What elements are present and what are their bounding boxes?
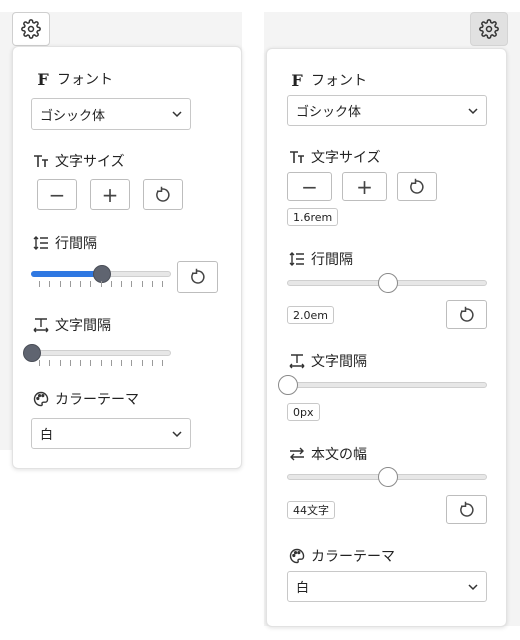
line-spacing-icon — [289, 251, 305, 267]
font-select[interactable]: ゴシック体 — [287, 95, 487, 126]
chevron-down-icon — [468, 583, 478, 590]
gear-icon — [479, 19, 499, 39]
letter-spacing-slider-track[interactable] — [31, 350, 171, 356]
letter-spacing-slider-track[interactable] — [287, 382, 487, 388]
color-theme-select[interactable]: 白 — [31, 418, 191, 449]
font-size-label-row: 文字サイズ — [289, 147, 381, 167]
letter-spacing-icon — [33, 317, 49, 333]
font-f-icon: F — [37, 69, 49, 89]
color-theme-select-value: 白 — [40, 428, 54, 443]
text-size-icon — [289, 149, 305, 165]
reset-icon — [156, 186, 170, 202]
line-height-label-row: 行間隔 — [33, 233, 97, 253]
width-arrows-icon — [289, 446, 305, 462]
chevron-down-icon — [172, 430, 182, 437]
palette-icon — [289, 548, 305, 564]
text-size-icon — [33, 153, 49, 169]
font-label-row: F フォント — [35, 69, 113, 89]
font-size-increase-button[interactable]: + — [90, 179, 130, 210]
letter-spacing-slider-thumb[interactable] — [278, 375, 298, 395]
font-select-value: ゴシック体 — [296, 105, 362, 120]
letter-spacing-label: 文字間隔 — [55, 318, 111, 334]
color-theme-label: カラーテーマ — [311, 549, 395, 565]
font-select-value: ゴシック体 — [40, 108, 106, 124]
font-size-label: 文字サイズ — [55, 154, 125, 170]
chevron-down-icon — [468, 107, 478, 114]
font-size-label-row: 文字サイズ — [33, 151, 125, 171]
reset-icon — [459, 306, 474, 322]
font-size-reset-button[interactable] — [143, 179, 183, 210]
color-theme-label-row: カラーテーマ — [33, 389, 139, 409]
font-select[interactable]: ゴシック体 — [31, 98, 191, 130]
line-height-label-row: 行間隔 — [289, 249, 353, 269]
line-height-label: 行間隔 — [311, 252, 353, 268]
line-height-label: 行間隔 — [55, 236, 97, 252]
settings-panel-left: F フォント ゴシック体 文字サイズ − + 行間隔 文字間隔 カラーテーマ 白 — [12, 46, 242, 469]
color-theme-label: カラーテーマ — [55, 392, 139, 408]
reset-icon — [190, 268, 205, 284]
font-size-decrease-button[interactable]: − — [287, 172, 332, 201]
letter-spacing-value: 0px — [287, 403, 320, 421]
plus-label: + — [101, 182, 119, 207]
line-height-reset-button[interactable] — [446, 300, 487, 329]
line-spacing-icon — [33, 235, 49, 251]
minus-label: − — [48, 182, 66, 207]
minus-label: − — [301, 174, 318, 199]
letter-spacing-slider-ticks — [39, 360, 163, 366]
font-label-row: F フォント — [289, 70, 367, 90]
font-size-reset-button[interactable] — [397, 172, 437, 201]
settings-panel-right: F フォント ゴシック体 文字サイズ − + 1.6rem 行間隔 2.0em … — [266, 48, 507, 627]
reset-icon — [459, 501, 474, 517]
text-width-reset-button[interactable] — [446, 495, 487, 524]
text-width-slider-thumb[interactable] — [378, 467, 398, 487]
letter-spacing-label-row: 文字間隔 — [289, 351, 367, 371]
settings-toggle-button-left[interactable] — [12, 12, 50, 46]
chevron-down-icon — [172, 111, 182, 118]
line-height-slider-thumb[interactable] — [378, 273, 398, 293]
plus-label: + — [356, 174, 373, 199]
font-size-label: 文字サイズ — [311, 150, 381, 166]
line-height-reset-button[interactable] — [177, 261, 218, 293]
gear-icon — [21, 19, 41, 39]
line-height-slider-ticks — [39, 281, 163, 287]
color-theme-label-row: カラーテーマ — [289, 546, 395, 566]
settings-toggle-button-right[interactable] — [470, 12, 508, 46]
letter-spacing-label: 文字間隔 — [311, 354, 367, 370]
letter-spacing-label-row: 文字間隔 — [33, 315, 111, 335]
text-width-label-row: 本文の幅 — [289, 444, 367, 464]
font-label: フォント — [57, 72, 113, 88]
color-theme-select[interactable]: 白 — [287, 571, 487, 602]
letter-spacing-icon — [289, 353, 305, 369]
font-size-value: 1.6rem — [287, 208, 339, 226]
color-theme-select-value: 白 — [296, 581, 310, 596]
palette-icon — [33, 391, 49, 407]
reset-icon — [410, 178, 424, 194]
font-label: フォント — [311, 73, 367, 89]
line-height-value: 2.0em — [287, 306, 334, 324]
text-width-label: 本文の幅 — [311, 447, 367, 463]
line-height-slider-fill — [31, 271, 101, 277]
text-width-value: 44文字 — [287, 501, 335, 519]
font-f-icon: F — [291, 70, 303, 90]
font-size-decrease-button[interactable]: − — [37, 179, 77, 210]
font-size-increase-button[interactable]: + — [342, 172, 387, 201]
